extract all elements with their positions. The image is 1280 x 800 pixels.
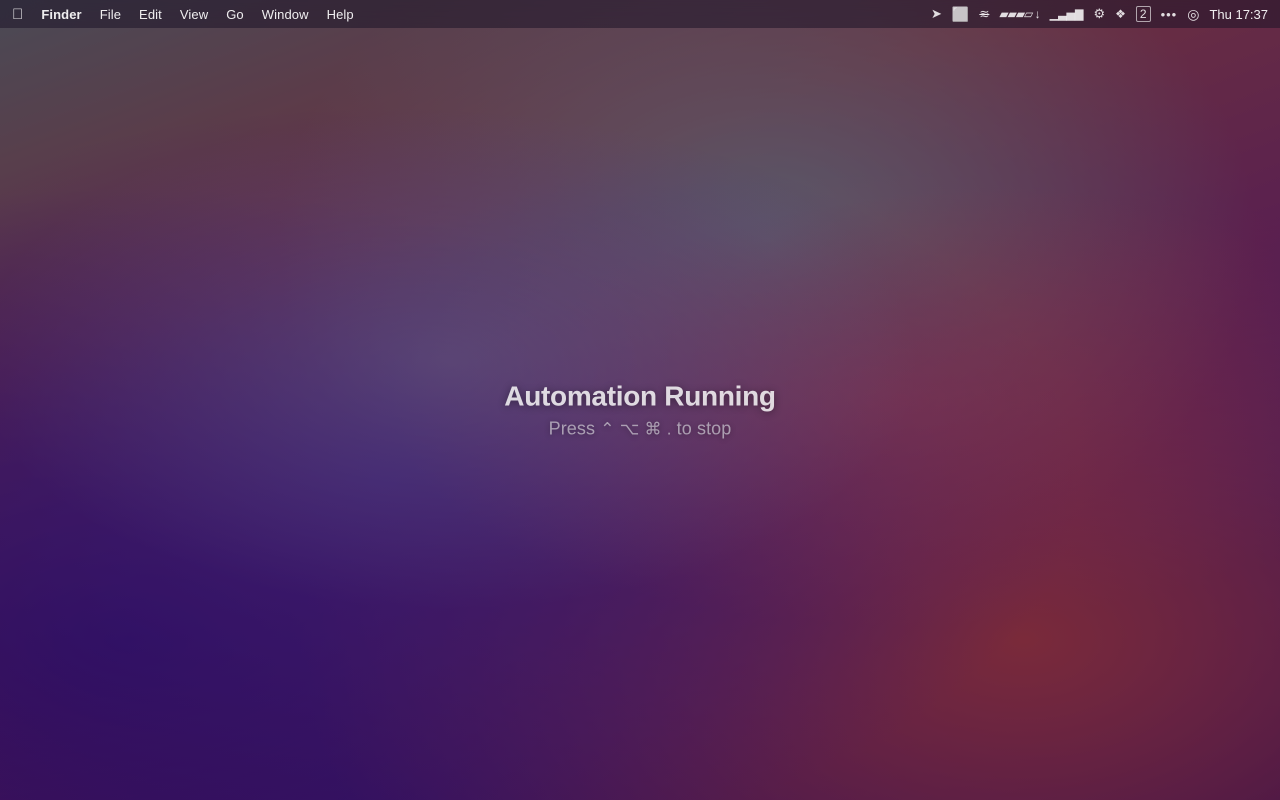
key-period: . xyxy=(667,420,672,439)
go-menu[interactable]: Go xyxy=(226,7,244,22)
menubar-left:  Finder File Edit View Go Window Help xyxy=(12,6,354,23)
finder-menu[interactable]: Finder xyxy=(41,7,81,22)
menubar:  Finder File Edit View Go Window Help ➤… xyxy=(0,0,1280,28)
file-menu[interactable]: File xyxy=(100,7,121,22)
key-cmd: ⌘ xyxy=(645,420,662,439)
user-icon[interactable]: ◎ xyxy=(1187,6,1199,23)
screen-record-icon: ⬜ xyxy=(952,6,969,23)
automation-title: Automation Running xyxy=(504,381,775,413)
apple-menu[interactable]:  xyxy=(12,6,23,23)
edit-menu[interactable]: Edit xyxy=(139,7,162,22)
desktop:  Finder File Edit View Go Window Help ➤… xyxy=(0,0,1280,800)
view-menu[interactable]: View xyxy=(180,7,208,22)
subtitle-suffix: to stop xyxy=(677,419,732,439)
datetime-display: Thu 17:37 xyxy=(1209,7,1268,22)
battery-icon: ▰▰▰▱ ↓ xyxy=(999,7,1039,21)
audio-icon: ≋ xyxy=(979,7,989,21)
help-menu[interactable]: Help xyxy=(327,7,354,22)
server-icon: ⚙ xyxy=(1093,6,1105,22)
window-menu[interactable]: Window xyxy=(262,7,309,22)
automation-subtitle: Press ⌃ ⌥ ⌘ . to stop xyxy=(549,419,732,440)
key-alt: ⌥ xyxy=(620,420,640,439)
calendar-icon: 2 xyxy=(1136,6,1151,22)
signal-icon: ▁▃▅▇ xyxy=(1050,8,1084,21)
more-icon[interactable]: ••• xyxy=(1161,7,1178,22)
key-ctrl: ⌃ xyxy=(600,420,614,439)
menubar-right: ➤ ⬜ ≋ ▰▰▰▱ ↓ ▁▃▅▇ ⚙ ❖ 2 ••• ◎ Thu 17:37 xyxy=(931,6,1268,23)
location-icon: ➤ xyxy=(931,6,942,22)
dropbox-icon: ❖ xyxy=(1115,7,1126,21)
subtitle-prefix: Press xyxy=(549,419,596,439)
automation-overlay: Automation Running Press ⌃ ⌥ ⌘ . to stop xyxy=(504,381,775,440)
